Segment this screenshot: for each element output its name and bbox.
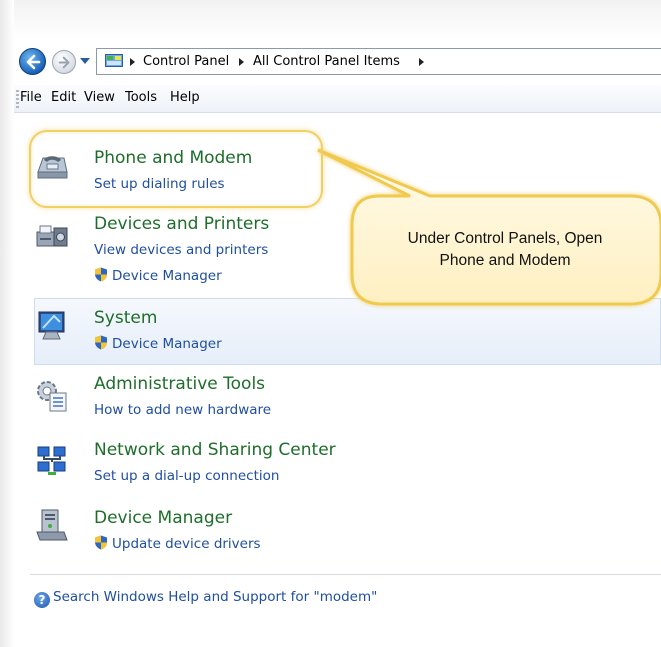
callout-balloon <box>317 148 661 306</box>
callout-line-1: Under Control Panels, Open <box>407 230 603 247</box>
callout-line-2: Phone and Modem <box>439 252 571 269</box>
callout-text: Under Control Panels, Open Phone and Mod… <box>360 228 650 272</box>
phone-modem-highlight-ring <box>29 130 323 208</box>
